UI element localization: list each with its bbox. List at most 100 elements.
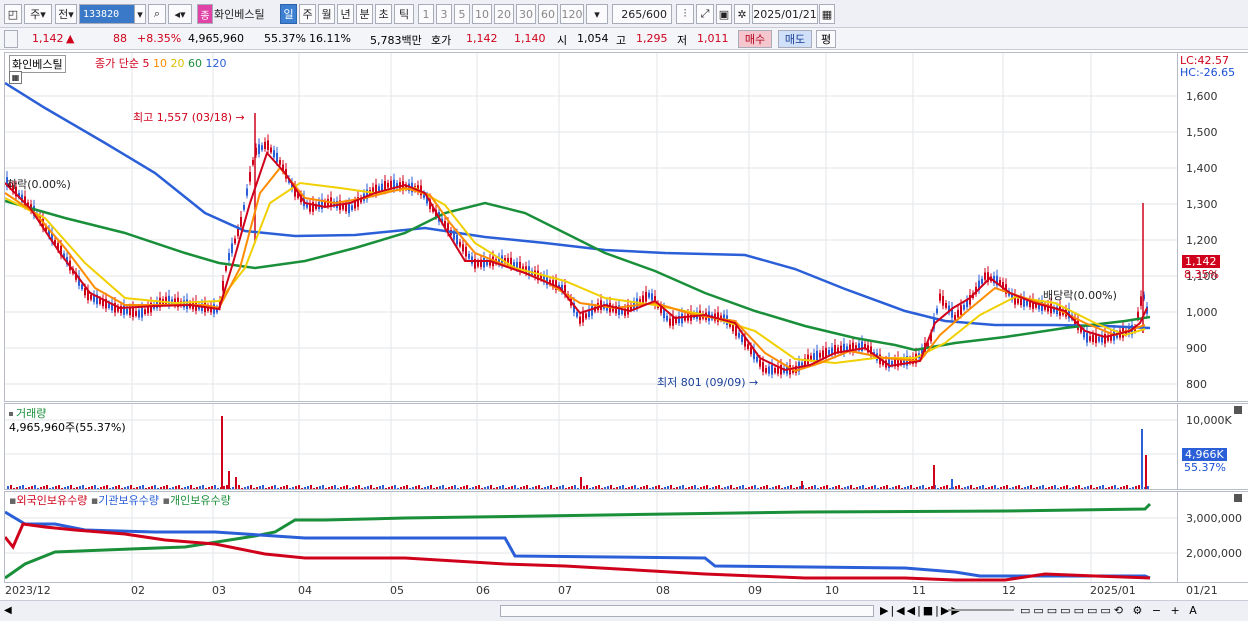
ma120-label: 120	[205, 57, 227, 70]
compare-badge[interactable]: 종	[197, 4, 213, 24]
panel-close-icon[interactable]	[1234, 494, 1242, 502]
y-tick-1500: 1,500	[1186, 126, 1218, 139]
volume-bar	[40, 487, 42, 489]
volume-bar	[529, 488, 531, 489]
volume-bar	[1075, 486, 1077, 489]
min-10[interactable]: 10	[472, 4, 492, 24]
open-price: 1,054	[577, 32, 609, 45]
candle-body	[645, 291, 647, 302]
min-1[interactable]: 1	[418, 4, 434, 24]
candle-body	[1089, 336, 1091, 341]
volume-panel[interactable]: 거래량 4,965,960주(55.37%)	[4, 403, 1178, 490]
table-icon[interactable]: ▦	[9, 71, 22, 84]
volume-bar	[1126, 485, 1128, 489]
checkbox[interactable]	[4, 30, 18, 48]
volume-bar	[331, 486, 333, 489]
volume-bar	[796, 487, 798, 489]
all-select[interactable]: 전 ▾	[55, 4, 77, 24]
volume-bar	[325, 488, 327, 489]
eval-button[interactable]: 평	[816, 30, 836, 48]
candle-body	[252, 160, 254, 165]
volume-bar	[439, 486, 441, 489]
candle-body	[459, 241, 461, 247]
draw-icon[interactable]: ⤢	[696, 4, 714, 24]
volume-bar	[868, 487, 870, 489]
min-20[interactable]: 20	[494, 4, 514, 24]
volume-bar	[145, 488, 147, 489]
volume-spike	[228, 471, 230, 489]
volume-bar	[1147, 486, 1149, 489]
candle-body	[144, 309, 146, 314]
save-icon[interactable]: ▣	[716, 4, 732, 24]
code-dropdown-icon[interactable]: ▾	[134, 4, 146, 24]
buy-button[interactable]: 매수	[738, 30, 772, 48]
min-custom-select[interactable]: ▾	[586, 4, 608, 24]
candle-body	[456, 234, 458, 245]
candle-body	[780, 365, 782, 375]
min-30[interactable]: 30	[516, 4, 536, 24]
volume-bar	[1078, 485, 1080, 489]
volume-bar	[409, 488, 411, 489]
period-year[interactable]: 년	[337, 4, 354, 24]
layout-icon[interactable]: ◰	[4, 4, 22, 24]
candle-body	[1092, 334, 1094, 343]
volume-bar	[892, 487, 894, 489]
candle-body	[141, 307, 143, 318]
volume-bar	[853, 488, 855, 489]
min-120[interactable]: 120	[560, 4, 584, 24]
scroll-left-icon[interactable]: ◀	[4, 605, 12, 616]
volume-bar	[202, 485, 204, 489]
zoom-slider[interactable]	[948, 609, 1014, 611]
volume-bar	[1033, 488, 1035, 489]
panel-close-icon[interactable]	[1234, 406, 1242, 414]
min-60[interactable]: 60	[538, 4, 558, 24]
volume-bar	[13, 488, 15, 489]
period-tick[interactable]: 틱	[394, 4, 414, 24]
volume-bar	[766, 485, 768, 489]
high-price: 1,295	[636, 32, 668, 45]
candle-body	[348, 203, 350, 214]
code-input[interactable]: 133820	[79, 4, 135, 24]
period-day[interactable]: 일	[280, 4, 297, 24]
market-select[interactable]: 주 ▾	[24, 4, 52, 24]
volume-bar	[274, 485, 276, 489]
volume-bar	[79, 486, 81, 489]
calendar-icon[interactable]: ▦	[819, 4, 835, 24]
bottom-scrollbar[interactable]: ◀ ▶|◀◀|■|▶▶ ▭▭▭▭▭▭▭⟲ ⚙ − + A	[0, 600, 1248, 621]
volume-bar	[346, 485, 348, 489]
volume-bar	[970, 485, 972, 489]
min-3[interactable]: 3	[436, 4, 452, 24]
sound-icon[interactable]: ◂▾	[168, 4, 192, 24]
holding-panel[interactable]: ▪외국인보유수량 ▪기관보유수량 ▪개인보유수량	[4, 491, 1178, 583]
volume-bar	[733, 488, 735, 489]
volume-bar	[667, 486, 669, 489]
volume-bar	[424, 487, 426, 489]
volume-bar	[262, 485, 264, 489]
count-display[interactable]: 265/600	[612, 4, 672, 24]
volume-bar	[1084, 487, 1086, 489]
ma5-label: 5	[142, 57, 150, 70]
volume-bar	[625, 488, 627, 489]
period-month[interactable]: 월	[318, 4, 335, 24]
search-icon[interactable]: ⌕	[148, 4, 166, 24]
view-icons[interactable]: ▭▭▭▭▭▭▭⟲ ⚙ − + A	[1020, 604, 1200, 617]
period-minute[interactable]: 분	[356, 4, 373, 24]
period-second[interactable]: 초	[375, 4, 392, 24]
sell-button[interactable]: 매도	[778, 30, 812, 48]
volume-bar	[979, 486, 981, 489]
volume-bar	[379, 486, 381, 489]
date-input[interactable]: 2025/01/21	[752, 4, 818, 24]
candle-icon[interactable]: ⫶	[676, 4, 694, 24]
volume-bar	[187, 486, 189, 489]
volume-bar	[1096, 487, 1098, 489]
volume-bar	[1030, 485, 1032, 489]
min-5[interactable]: 5	[454, 4, 470, 24]
scroll-thumb[interactable]	[500, 605, 874, 617]
gear-icon[interactable]: ✲	[734, 4, 750, 24]
volume-bar	[763, 486, 765, 489]
volume-bar	[88, 487, 90, 489]
price-panel[interactable]: 화인베스틸 종가 단순 5 10 20 60 120 ▦ 최고 1,557 (0…	[4, 52, 1178, 402]
candle-body	[771, 365, 773, 375]
candle-body	[225, 266, 227, 271]
period-week[interactable]: 주	[299, 4, 316, 24]
